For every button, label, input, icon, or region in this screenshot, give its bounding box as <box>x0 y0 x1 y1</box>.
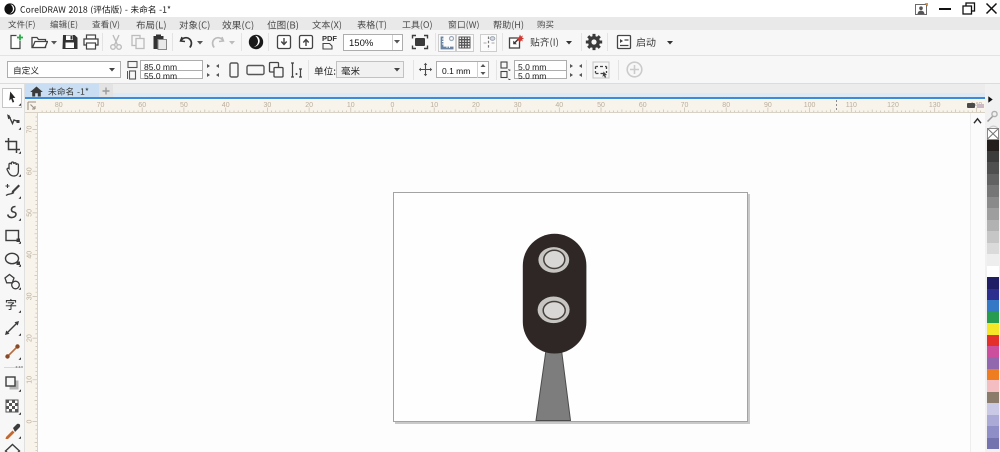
svg-text:10: 10 <box>27 376 34 384</box>
svg-text:60: 60 <box>27 167 34 175</box>
svg-text:30: 30 <box>27 292 34 300</box>
svg-text:20: 20 <box>27 334 34 342</box>
svg-text:50: 50 <box>27 209 34 217</box>
svg-text:40: 40 <box>27 251 34 259</box>
svg-text:0: 0 <box>27 419 34 423</box>
svg-text:70: 70 <box>27 126 34 134</box>
